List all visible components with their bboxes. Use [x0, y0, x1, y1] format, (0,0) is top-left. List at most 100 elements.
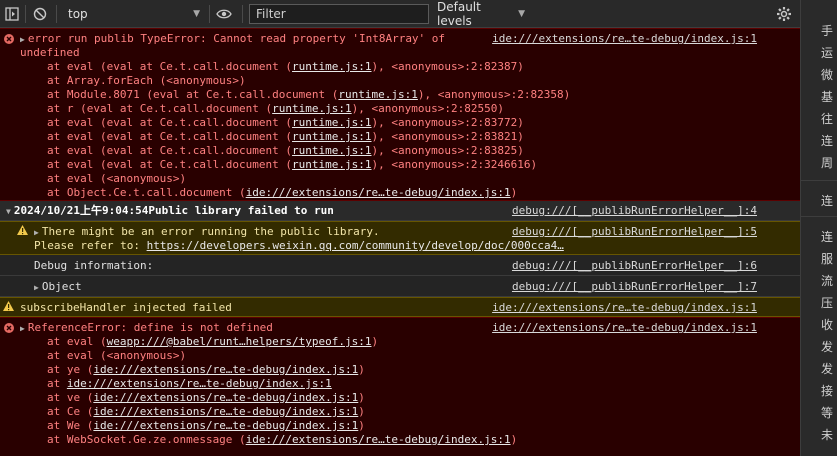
panel-item[interactable]: 收 [821, 316, 833, 333]
frame-link[interactable]: runtime.js:1 [292, 130, 371, 143]
frame-text: at eval ( [47, 335, 107, 348]
stack-frame: at eval (<anonymous>) [0, 349, 800, 363]
gear-icon[interactable] [775, 5, 793, 23]
frame-text: at [47, 377, 67, 390]
panel-item[interactable]: 接 [821, 382, 833, 399]
toolbar-divider [25, 5, 26, 23]
source-link[interactable]: debug:///[__publibRunErrorHelper__]:6 [512, 259, 757, 273]
frame-text: ), <anonymous>:2:82358) [417, 88, 571, 101]
frame-link[interactable]: ide:///extensions/re…te-debug/index.js:1 [93, 363, 358, 376]
right-side-panel: 手 运 微 基 往 连 周 连 连 服 流 压 收 发 发 接 等 未 [800, 0, 837, 456]
frame-text: at Ce ( [47, 405, 94, 418]
toolbar-divider [242, 5, 243, 23]
stack-frame: at ve (ide:///extensions/re…te-debug/ind… [0, 391, 800, 405]
frame-text: at Object.Ce.t.call.document ( [47, 186, 246, 199]
console-info-message: Debug information: debug:///[__publibRun… [0, 255, 800, 276]
frame-link[interactable]: runtime.js:1 [272, 102, 351, 115]
console-error-message: ▶ ReferenceError: define is not defined i… [0, 317, 800, 456]
console-error-message: ▶ error run publib TypeError: Cannot read… [0, 28, 800, 201]
frame-text: ) [510, 433, 518, 446]
expand-triangle-icon[interactable]: ▶ [34, 283, 39, 292]
panel-item[interactable]: 发 [821, 338, 833, 355]
context-select[interactable]: top ▼ [60, 3, 206, 25]
source-link[interactable]: ide:///extensions/re…te-debug/index.js:1 [492, 301, 757, 315]
panel-item[interactable]: 服 [821, 250, 833, 267]
panel-item[interactable]: 微 [821, 66, 833, 83]
frame-text: ) [358, 405, 365, 418]
frame-text: at eval (eval at Ce.t.call.document ( [47, 130, 293, 143]
frame-link[interactable]: ide:///extensions/re…te-debug/index.js:1 [93, 405, 358, 418]
console-group-header[interactable]: ▼ 2024/10/21上午9:04:54Public library faile… [0, 201, 800, 221]
panel-item[interactable]: 连 [821, 192, 833, 209]
frame-text: at WebSocket.Ge.ze.onmessage ( [47, 433, 246, 446]
frame-text: at ve ( [47, 391, 94, 404]
panel-item[interactable]: 运 [821, 44, 833, 61]
panel-item[interactable]: 基 [821, 88, 833, 105]
frame-link[interactable]: ide:///extensions/re…te-debug/index.js:1 [246, 433, 511, 446]
group-title: 2024/10/21上午9:04:54Public library failed… [13, 204, 334, 217]
panel-item[interactable]: 等 [821, 404, 833, 421]
frame-text: at ye ( [47, 363, 94, 376]
expand-triangle-icon[interactable]: ▶ [20, 324, 25, 333]
frame-text: at eval (eval at Ce.t.call.document ( [47, 116, 293, 129]
frame-link[interactable]: ide:///extensions/re…te-debug/index.js:1 [67, 377, 332, 390]
source-link[interactable]: debug:///[__publibRunErrorHelper__]:7 [512, 280, 757, 294]
frame-text: at eval (<anonymous>) [47, 172, 187, 185]
frame-text: at We ( [47, 419, 94, 432]
expand-triangle-icon[interactable]: ▶ [34, 228, 39, 237]
log-levels-select[interactable]: Default levels ▼ [433, 0, 529, 28]
filter-input[interactable] [249, 4, 429, 24]
console-warning-message: subscribeHandler injected failed ide:///… [0, 297, 800, 317]
frame-text: ), <anonymous>:2:82387) [371, 60, 524, 73]
frame-text: at Module.8071 (eval at Ce.t.call.docume… [47, 88, 339, 101]
toolbar-divider [56, 5, 57, 23]
console-warning-message: ▶ There might be an error running the pub… [0, 221, 800, 255]
frame-link[interactable]: runtime.js:1 [338, 88, 417, 101]
collapse-triangle-icon[interactable]: ▼ [6, 207, 11, 216]
no-entry-icon[interactable] [31, 5, 49, 23]
error-text: error run publib TypeError: Cannot read … [27, 32, 446, 45]
panel-item[interactable]: 往 [821, 110, 833, 127]
context-value: top [68, 7, 88, 21]
stack-frame: at eval (eval at Ce.t.call.document (run… [0, 144, 800, 158]
source-link[interactable]: debug:///[__publibRunErrorHelper__]:5 [512, 225, 757, 239]
frame-link[interactable]: weapp:///@babel/runt…helpers/typeof.js:1 [107, 335, 372, 348]
stack-frame: at eval (eval at Ce.t.call.document (run… [0, 158, 800, 172]
frame-text: at eval (<anonymous>) [47, 349, 187, 362]
frame-text: at eval (eval at Ce.t.call.document ( [47, 158, 293, 171]
panel-item[interactable]: 流 [821, 272, 833, 289]
info-text: Debug information: [34, 259, 154, 272]
panel-item[interactable]: 发 [821, 360, 833, 377]
frame-link[interactable]: runtime.js:1 [292, 158, 371, 171]
help-link[interactable]: https://developers.weixin.qq.com/communi… [147, 239, 564, 252]
frame-link[interactable]: ide:///extensions/re…te-debug/index.js:1 [246, 186, 511, 199]
frame-link[interactable]: runtime.js:1 [292, 60, 371, 73]
source-link[interactable]: debug:///[__publibRunErrorHelper__]:4 [512, 204, 757, 218]
frame-text: at eval (eval at Ce.t.call.document ( [47, 60, 293, 73]
panel-item[interactable]: 连 [821, 132, 833, 149]
console-toolbar: top ▼ Default levels ▼ [0, 0, 800, 28]
stack-frame: at eval (<anonymous>) [0, 172, 800, 186]
chevron-down-icon: ▼ [518, 9, 525, 19]
stack-frame: at Ce (ide:///extensions/re…te-debug/ind… [0, 405, 800, 419]
frame-link[interactable]: ide:///extensions/re…te-debug/index.js:1 [93, 419, 358, 432]
panel-item[interactable]: 手 [821, 22, 833, 39]
eye-icon[interactable] [215, 5, 233, 23]
source-link[interactable]: ide:///extensions/re…te-debug/index.js:1 [492, 32, 757, 46]
frame-link[interactable]: runtime.js:1 [292, 116, 371, 129]
stack-frame: at Array.forEach (<anonymous>) [0, 74, 800, 88]
panel-item[interactable]: 连 [821, 228, 833, 245]
expand-triangle-icon[interactable]: ▶ [20, 35, 25, 44]
frame-text: ) [371, 335, 379, 348]
frame-text: at Array.forEach (<anonymous>) [47, 74, 246, 87]
levels-value: Default levels [437, 0, 481, 28]
frame-link[interactable]: ide:///extensions/re…te-debug/index.js:1 [93, 391, 358, 404]
stack-frame: at eval (weapp:///@babel/runt…helpers/ty… [0, 335, 800, 349]
frame-text: ) [358, 419, 365, 432]
source-link[interactable]: ide:///extensions/re…te-debug/index.js:1 [492, 321, 757, 335]
panel-item[interactable]: 压 [821, 294, 833, 311]
frame-link[interactable]: runtime.js:1 [292, 144, 371, 157]
panel-item[interactable]: 周 [821, 154, 833, 171]
sidebar-toggle-icon[interactable] [3, 5, 21, 23]
panel-item[interactable]: 未 [821, 426, 833, 443]
